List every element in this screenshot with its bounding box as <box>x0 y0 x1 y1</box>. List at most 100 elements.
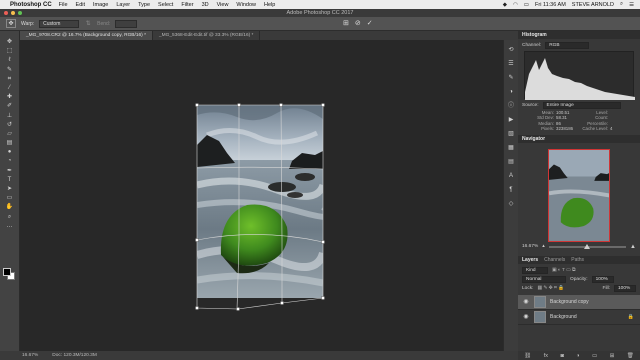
adjustment-layer-icon[interactable]: ◑ <box>576 353 579 359</box>
crop-tool-icon[interactable]: ⌗ <box>5 76 15 82</box>
move-tool-preset-icon[interactable]: ✥ <box>6 19 16 28</box>
foreground-color-swatch[interactable] <box>3 268 11 276</box>
gradient-tool-icon[interactable]: ▤ <box>5 140 15 146</box>
menu-3d[interactable]: 3D <box>202 2 209 8</box>
navigator-zoom-value[interactable]: 16.67% <box>522 244 538 249</box>
brush-tool-icon[interactable]: ✐ <box>5 103 15 109</box>
menu-filter[interactable]: Filter <box>181 2 193 8</box>
source-select[interactable]: Entire Image <box>542 102 621 109</box>
opacity-field[interactable]: 100% <box>591 275 614 283</box>
document-image[interactable] <box>197 105 323 298</box>
tab-histogram[interactable]: Histogram <box>522 32 547 38</box>
menu-file[interactable]: File <box>59 2 68 8</box>
layer-filter-select[interactable]: Kind <box>522 266 548 274</box>
commit-transform-icon[interactable]: ✓ <box>367 19 373 27</box>
navigator-zoom-slider[interactable] <box>548 243 627 249</box>
add-mask-icon[interactable]: ◙ <box>560 353 563 359</box>
menu-help[interactable]: Help <box>264 2 275 8</box>
more-tools-icon[interactable]: … <box>5 223 15 229</box>
minimize-window-button[interactable] <box>11 11 15 15</box>
styles-panel-icon[interactable]: ▧ <box>507 130 516 138</box>
tab-navigator[interactable]: Navigator <box>522 136 545 142</box>
marquee-tool-icon[interactable]: ⬚ <box>5 48 15 54</box>
tab-mg-5368[interactable]: _MG_5368-Edit-Edit.tif @ 33.3% (RGB/16) … <box>153 31 261 40</box>
zoom-out-icon[interactable]: ▴ <box>542 244 544 249</box>
new-layer-icon[interactable]: ⊞ <box>610 353 615 359</box>
zoom-in-icon[interactable]: ▲ <box>630 244 636 250</box>
character-panel-icon[interactable]: A <box>507 172 516 180</box>
tab-mg-9708[interactable]: _MG_9708.CR2 @ 16.7% (Background copy, R… <box>20 31 153 40</box>
actions-panel-icon[interactable]: ▶ <box>507 116 516 124</box>
histogram-panel-header[interactable]: Histogram <box>518 31 640 39</box>
clone-stamp-tool-icon[interactable]: ⊥ <box>5 113 15 119</box>
color-swatches[interactable] <box>3 268 16 281</box>
libraries-panel-icon[interactable]: ▤ <box>507 158 516 166</box>
warp-mode-icon[interactable]: ⊞ <box>343 19 349 27</box>
clock[interactable]: Fri 11:36 AM <box>535 2 566 8</box>
history-panel-icon[interactable]: ⟲ <box>507 46 516 54</box>
tab-layers[interactable]: Layers <box>522 257 538 263</box>
brush-panel-icon[interactable]: ✎ <box>507 74 516 82</box>
layer-style-icon[interactable]: fx <box>544 353 548 359</box>
user-name[interactable]: STEVE ARNOLD <box>572 2 614 8</box>
eyedropper-tool-icon[interactable]: ⁄ <box>5 85 15 91</box>
tab-channels[interactable]: Channels <box>544 257 565 263</box>
visibility-eye-icon[interactable]: ◉ <box>522 298 530 305</box>
info-panel-icon[interactable]: ⓘ <box>507 102 516 110</box>
menu-image[interactable]: Image <box>93 2 108 8</box>
eraser-tool-icon[interactable]: ▱ <box>5 131 15 137</box>
navigator-preview[interactable] <box>548 148 610 242</box>
dropbox-icon[interactable]: ◆ <box>503 2 507 8</box>
slider-knob[interactable] <box>583 243 590 249</box>
menu-select[interactable]: Select <box>158 2 173 8</box>
link-layers-icon[interactable]: ⛓ <box>524 353 531 359</box>
channel-select[interactable]: RGB <box>545 42 590 49</box>
3d-panel-icon[interactable]: ◇ <box>507 200 516 208</box>
rectangle-tool-icon[interactable]: ▭ <box>5 195 15 201</box>
layer-row-background-copy[interactable]: ◉ Background copy <box>518 294 640 310</box>
zoom-tool-icon[interactable]: ⌕ <box>5 214 15 220</box>
menu-layer[interactable]: Layer <box>116 2 130 8</box>
list-icon[interactable]: ☰ <box>629 2 634 8</box>
type-tool-icon[interactable]: T <box>5 177 15 183</box>
close-window-button[interactable] <box>4 11 8 15</box>
delete-layer-icon[interactable]: 🗑 <box>627 353 634 359</box>
zoom-window-button[interactable] <box>18 11 22 15</box>
bend-field[interactable] <box>115 19 138 28</box>
menu-view[interactable]: View <box>217 2 229 8</box>
wifi-icon[interactable]: ◠ <box>513 2 518 8</box>
menu-edit[interactable]: Edit <box>76 2 85 8</box>
cancel-transform-icon[interactable]: ⊘ <box>355 19 361 27</box>
app-menu[interactable]: Photoshop CC <box>10 2 52 8</box>
hand-tool-icon[interactable]: ✋ <box>5 204 15 210</box>
move-tool-icon[interactable]: ✥ <box>5 39 15 45</box>
lock-icons[interactable]: ▦ ✎ ✥ ⌗ 🔒 <box>537 285 564 291</box>
swatches-panel-icon[interactable]: ▦ <box>507 144 516 152</box>
blur-tool-icon[interactable]: ● <box>5 149 15 155</box>
canvas-area[interactable] <box>20 40 518 351</box>
warp-orientation-icon[interactable]: ⇅ <box>84 19 92 28</box>
layer-row-background[interactable]: ◉ Background 🔒 <box>518 310 640 325</box>
menu-type[interactable]: Type <box>138 2 150 8</box>
menu-window[interactable]: Window <box>236 2 256 8</box>
paragraph-panel-icon[interactable]: ¶ <box>507 186 516 194</box>
warp-style-select[interactable]: Custom <box>39 19 80 28</box>
tab-paths[interactable]: Paths <box>571 257 584 263</box>
document-size[interactable]: Doc: 120.3M/120.3M <box>52 353 97 358</box>
fill-field[interactable]: 100% <box>614 284 636 292</box>
pen-tool-icon[interactable]: ✒ <box>5 168 15 174</box>
dodge-tool-icon[interactable]: ◔ <box>5 158 15 164</box>
search-icon[interactable]: ⌕ <box>620 1 623 8</box>
visibility-eye-icon[interactable]: ◉ <box>522 313 530 320</box>
zoom-level[interactable]: 16.67% <box>22 353 38 358</box>
quick-select-tool-icon[interactable]: ✎ <box>5 67 15 73</box>
navigator-panel-header[interactable]: Navigator <box>518 134 640 143</box>
healing-brush-tool-icon[interactable]: ✚ <box>5 94 15 100</box>
layer-name[interactable]: Background copy <box>550 299 589 305</box>
battery-icon[interactable]: ▭ <box>524 2 529 8</box>
layer-name[interactable]: Background <box>550 314 577 320</box>
adjustments-panel-icon[interactable]: ◑ <box>507 88 516 96</box>
blend-mode-select[interactable]: Normal <box>522 275 566 283</box>
filter-icons[interactable]: ▣ ◐ T ▭ ⧉ <box>552 267 575 273</box>
lasso-tool-icon[interactable]: ℓ <box>5 57 15 63</box>
